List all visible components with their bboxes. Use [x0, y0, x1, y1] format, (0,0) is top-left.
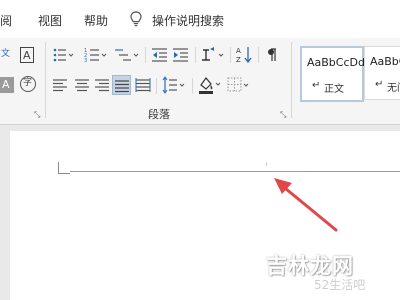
header-separator-line[interactable] [70, 171, 400, 172]
style-normal-sample: AaBbCcDd [307, 56, 365, 69]
bullets-icon[interactable] [52, 47, 74, 63]
borders-icon[interactable] [226, 76, 250, 94]
separator [145, 47, 146, 63]
character-border-icon: A [23, 49, 31, 62]
ribbon: 文 A A 字 ⤡ 1 2 3 A Z 段落 ⤡ AaBbCcDd ↵ 正文 A… [0, 38, 400, 125]
chinese-layout-icon[interactable] [200, 46, 226, 64]
separator [258, 47, 259, 63]
justify-icon [115, 80, 129, 93]
watermark-subtext: 52生活吧 [314, 278, 366, 292]
sort-icon[interactable]: A Z [236, 45, 254, 65]
phonetic-guide-button[interactable]: 文 [0, 48, 14, 64]
character-shading-button[interactable]: A [0, 77, 14, 93]
tell-me-search[interactable]: 操作说明搜索 [152, 12, 224, 29]
margin-corner-mark [58, 162, 59, 173]
enclose-characters-icon: 字 [23, 78, 33, 88]
justify-button[interactable] [112, 75, 131, 95]
paragraph-dialog-launcher-icon[interactable]: ⤡ [280, 110, 286, 120]
style-normal[interactable]: AaBbCcDd ↵ 正文 [300, 46, 365, 102]
group-separator [45, 42, 46, 118]
paragraph-mark-icon: ↵ [312, 80, 321, 91]
group-separator [291, 42, 292, 118]
style-no-spacing-sample: AaBbCc [370, 55, 400, 68]
lightbulb-icon[interactable] [128, 10, 144, 28]
font-dialog-launcher-icon[interactable]: ⤡ [34, 110, 40, 120]
enclose-characters-button[interactable]: 字 [20, 76, 36, 92]
align-right-icon[interactable] [94, 78, 110, 92]
svg-text:3: 3 [84, 58, 87, 63]
style-no-spacing[interactable]: AaBbCc ↵ 无间 [364, 46, 400, 100]
separator [156, 78, 157, 94]
annotation-arrow [274, 178, 338, 232]
phonetic-guide-icon: 文 [1, 49, 11, 59]
insertion-cursor: ı [266, 161, 268, 168]
separator [230, 47, 231, 63]
style-no-spacing-name: 无间 [387, 83, 400, 94]
line-spacing-icon[interactable] [162, 76, 186, 94]
character-shading-icon: A [2, 78, 10, 91]
menu-view[interactable]: 视图 [38, 12, 62, 29]
menu-help[interactable]: 帮助 [84, 12, 108, 29]
separator [192, 78, 193, 94]
align-center-icon[interactable] [74, 78, 90, 92]
style-normal-name: 正文 [324, 84, 344, 95]
menu-review[interactable]: 阅 [0, 12, 12, 29]
numbering-icon[interactable]: 1 2 3 [84, 47, 108, 63]
svg-text:Z: Z [236, 56, 241, 64]
align-left-icon[interactable] [52, 78, 68, 92]
increase-indent-icon[interactable] [172, 47, 190, 63]
multilevel-list-icon[interactable] [114, 47, 140, 63]
menu-bar: 阅 视图 帮助 操作说明搜索 [0, 0, 400, 38]
separator [195, 47, 196, 63]
character-border-button[interactable]: A [20, 47, 34, 63]
margin-corner-mark [58, 173, 70, 174]
decrease-indent-icon[interactable] [151, 47, 169, 63]
paragraph-mark-icon: ↵ [375, 79, 384, 90]
shading-icon[interactable] [197, 75, 223, 95]
distributed-icon[interactable] [135, 78, 151, 92]
paragraph-group-label: 段落 [148, 108, 170, 121]
show-marks-icon[interactable] [266, 47, 278, 63]
svg-text:A: A [236, 47, 241, 55]
